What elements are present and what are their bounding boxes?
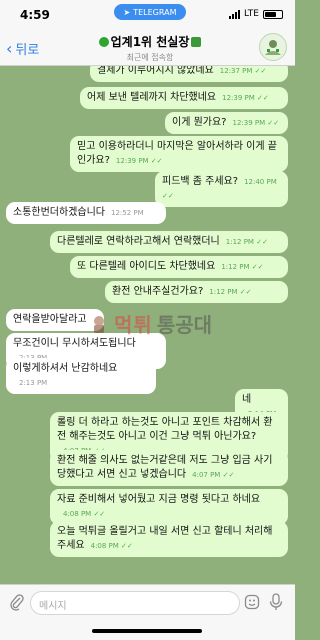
outgoing-message[interactable]: 피드백 좀 주세요? 12:40 PM ✓✓ — [155, 171, 288, 207]
chat-title: 업계1위 천실장 — [70, 33, 230, 50]
message-text: 네 — [242, 394, 252, 405]
input-bar: 메시지 — [0, 584, 295, 620]
read-check-icon: ✓✓ — [148, 157, 163, 165]
network-label: LTE — [244, 9, 259, 19]
message-timestamp: 1:12 PM — [209, 288, 238, 296]
message-timestamp: 4:08 PM — [63, 510, 92, 518]
outgoing-message[interactable]: 다른텔레로 연락하라고해서 연락했더니 1:12 PM ✓✓ — [50, 231, 288, 253]
incoming-message[interactable]: 소통한번더하겠습니다 12:52 PM — [6, 202, 166, 224]
message-timestamp: 4:08 PM — [90, 542, 119, 550]
telegram-icon: ➤ — [123, 7, 131, 17]
message-timestamp: 2:13 PM — [19, 379, 48, 387]
outgoing-message[interactable]: 오늘 먹튀글 올릴거고 내일 서면 신고 할테니 처리해 주세요 4:08 PM … — [50, 521, 288, 557]
message-text: 어제 보낸 텔레까지 차단했네요 — [87, 92, 217, 103]
outgoing-message[interactable]: 또 다른텔레 아이디도 차단했네요 1:12 PM ✓✓ — [70, 256, 288, 278]
message-timestamp: 1:12 PM — [225, 238, 254, 246]
telegram-pill-label: TELEGRAM — [133, 7, 177, 17]
outgoing-message[interactable]: 어제 보낸 텔레까지 차단했네요 12:39 PM ✓✓ — [80, 87, 288, 109]
message-timestamp: 12:40 PM — [244, 178, 277, 186]
message-timestamp: 12:39 PM — [115, 157, 149, 165]
chat-title-text: 업계1위 천실장 — [110, 35, 190, 49]
back-button[interactable]: ‹ 뒤로 — [6, 39, 39, 58]
microphone-icon[interactable] — [268, 593, 284, 611]
read-check-icon: ✓✓ — [253, 238, 268, 246]
avatar-icon — [265, 40, 281, 55]
message-text: 연락을받아달라고 — [13, 314, 87, 325]
message-text: 환전 안내주실건가요? — [112, 286, 204, 297]
read-check-icon: ✓✓ — [91, 510, 106, 518]
home-bar — [0, 620, 295, 640]
message-timestamp: 12:37 PM — [219, 67, 253, 75]
battery-icon — [263, 9, 283, 19]
chat-area[interactable]: 결제가 이루어지지 않았네요 12:37 PM ✓✓ 어제 보낸 텔레까지 차단했네… — [0, 66, 295, 584]
outgoing-message[interactable]: 환전 해줄 의사도 없는거같은데 저도 그냥 입금 사기 당했다고 서면 신고 … — [50, 450, 288, 486]
message-text: 롤링 더 하라고 하는것도 아니고 포인트 차감해서 환전 해주는것도 아니고 … — [57, 417, 273, 442]
message-text: 또 다른텔레 아이디도 차단했네요 — [77, 261, 216, 272]
back-label: 뒤로 — [15, 43, 40, 58]
read-check-icon: ✓✓ — [254, 94, 269, 102]
watermark: 먹튀 통공대 — [88, 309, 212, 338]
message-text: 믿고 이용하라더니 마지막은 알아서하라 이게 끝인가요? — [77, 141, 277, 166]
read-check-icon: ✓✓ — [237, 288, 252, 296]
chat-header: ‹ 뒤로 업계1위 천실장 최근에 접속함 — [0, 30, 295, 66]
sticker-icon[interactable] — [244, 594, 260, 610]
signal-icon — [229, 9, 241, 19]
watermark-text: 먹튀 — [114, 313, 153, 337]
message-timestamp: 12:39 PM — [232, 119, 266, 127]
message-text: 이렇게하셔서 난감하네요 — [13, 363, 118, 374]
message-text: 무조건이니 무시하셔도됩니다 — [13, 338, 136, 349]
incoming-message[interactable]: 이렇게하셔서 난감하네요 2:13 PM — [6, 358, 156, 394]
green-circle-icon — [98, 36, 109, 47]
message-text: 피드백 좀 주세요? — [162, 176, 239, 187]
chevron-left-icon: ‹ — [6, 38, 13, 58]
outgoing-message[interactable]: 결제가 이루어지지 않았네요 12:37 PM ✓✓ — [90, 66, 288, 82]
read-check-icon: ✓✓ — [162, 192, 174, 200]
message-text: 소통한번더하겠습니다 — [13, 207, 105, 218]
chat-subtitle: 최근에 접속함 — [126, 53, 174, 62]
message-text: 환전 해줄 의사도 없는거같은데 저도 그냥 입금 사기 당했다고 서면 신고 … — [57, 455, 273, 480]
message-timestamp: 12:52 PM — [111, 209, 144, 217]
status-time: 4:59 — [20, 8, 50, 22]
read-check-icon: ✓✓ — [265, 119, 280, 127]
read-check-icon: ✓✓ — [118, 542, 133, 550]
outgoing-message[interactable]: 환전 안내주실건가요? 1:12 PM ✓✓ — [105, 281, 288, 303]
message-text: 결제가 이루어지지 않았네요 — [97, 66, 214, 76]
read-check-icon: ✓✓ — [252, 67, 267, 75]
status-bar: 4:59 ➤ TELEGRAM LTE — [0, 0, 295, 30]
watermark-text-2: 통공대 — [156, 313, 213, 337]
status-right: LTE — [229, 9, 283, 19]
message-text: 오늘 먹튀글 올릴거고 내일 서면 신고 할테니 처리해 주세요 — [57, 526, 273, 551]
message-text: 다른텔레로 연락하라고해서 연락했더니 — [57, 236, 220, 247]
watermark-icon — [94, 315, 104, 333]
outgoing-message[interactable]: 이게 뭔가요? 12:39 PM ✓✓ — [165, 112, 288, 134]
message-timestamp: 4:07 PM — [192, 471, 221, 479]
message-timestamp: 12:39 PM — [222, 94, 255, 102]
message-timestamp: 1:12 PM — [221, 263, 250, 271]
green-badge-icon — [191, 36, 202, 47]
avatar[interactable] — [259, 33, 287, 61]
chat-title-area[interactable]: 업계1위 천실장 최근에 접속함 — [70, 33, 230, 63]
read-check-icon: ✓✓ — [249, 263, 264, 271]
home-indicator[interactable] — [92, 629, 202, 633]
telegram-pill[interactable]: ➤ TELEGRAM — [114, 4, 186, 20]
read-check-icon: ✓✓ — [220, 471, 235, 479]
message-input[interactable]: 메시지 — [30, 591, 240, 615]
paperclip-icon[interactable] — [8, 593, 26, 611]
outgoing-message[interactable]: 믿고 이용하라더니 마지막은 알아서하라 이게 끝인가요? 12:39 PM ✓✓ — [70, 136, 288, 172]
message-text: 자료 준비해서 넣어뒀고 지금 명령 됫다고 하네요 — [57, 494, 261, 505]
outgoing-message[interactable]: 자료 준비해서 넣어뒀고 지금 명령 됫다고 하네요 4:08 PM ✓✓ — [50, 489, 288, 525]
message-text: 이게 뭔가요? — [172, 117, 227, 128]
